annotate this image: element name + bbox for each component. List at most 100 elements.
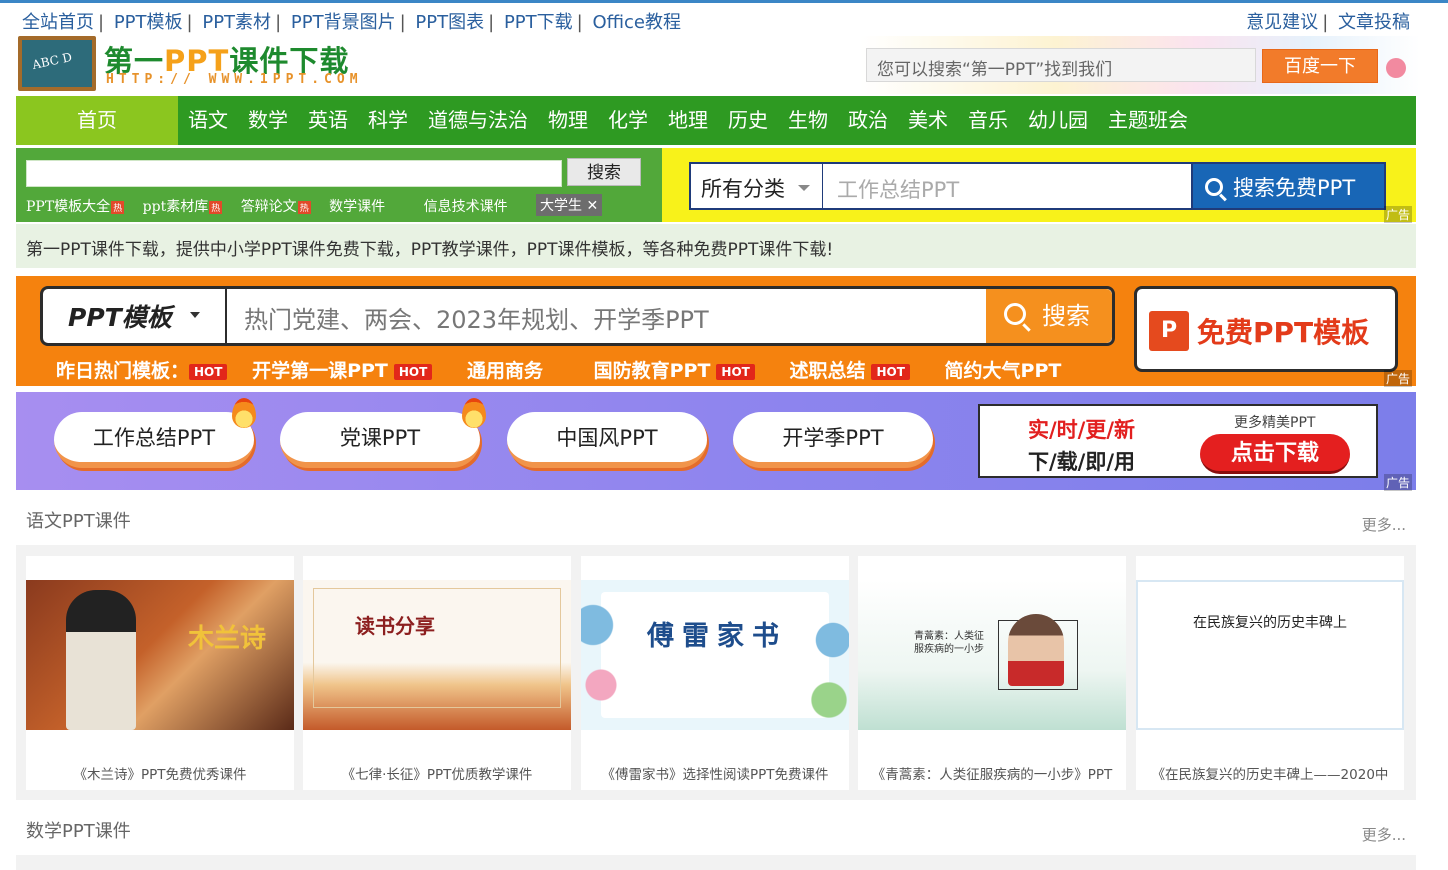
hot-templates-label: 昨日热门模板： bbox=[56, 360, 190, 382]
quick-tag-more[interactable]: 大学生 ✕ bbox=[536, 194, 603, 216]
site-search-input[interactable] bbox=[26, 160, 562, 187]
card-thumbnail[interactable]: 在民族复兴的历史丰碑上 bbox=[1136, 580, 1404, 730]
ad-line-download: 下/载/即/用 bbox=[1028, 450, 1136, 474]
free-ppt-template-label: 免费PPT模板 bbox=[1197, 316, 1370, 349]
baidu-search-button[interactable]: 百度一下 bbox=[1262, 49, 1378, 83]
hot-template-link[interactable]: 国防教育PPT HOT bbox=[594, 360, 755, 382]
pill-party-class[interactable]: 党课PPT bbox=[280, 412, 480, 468]
close-icon[interactable]: ✕ bbox=[586, 198, 598, 214]
nav-item-biology[interactable]: 生物 bbox=[788, 96, 828, 145]
nav-item-art[interactable]: 美术 bbox=[908, 96, 948, 145]
template-type-select[interactable]: PPT模板 bbox=[68, 298, 172, 334]
divider bbox=[225, 289, 227, 344]
card-caption[interactable]: 《在民族复兴的历史丰碑上——2020中 bbox=[1136, 763, 1404, 783]
course-card[interactable]: 木兰诗 《木兰诗》PPT免费优秀课件 bbox=[26, 556, 294, 790]
free-ppt-search-button[interactable]: 搜索免费PPT bbox=[1191, 162, 1386, 210]
logo-url: HTTP:// WWW.1PPT.COM bbox=[106, 72, 363, 87]
click-download-button[interactable]: 点击下载 bbox=[1200, 434, 1350, 474]
quick-tag[interactable]: ppt素材库热 bbox=[143, 199, 223, 215]
top-right-links: 意见建议 | 文章投稿 bbox=[1246, 12, 1410, 33]
quick-tag[interactable]: 答辩论文热 bbox=[241, 199, 311, 215]
nav-item-english[interactable]: 英语 bbox=[308, 96, 348, 145]
template-search-button[interactable]: 搜索 bbox=[986, 289, 1112, 343]
link-ppt-templates[interactable]: PPT模板 bbox=[114, 12, 183, 33]
baidu-search-input[interactable]: 您可以搜索“第一PPT”找到我们 bbox=[866, 48, 1256, 82]
powerpoint-icon: P bbox=[1149, 311, 1189, 351]
link-submit-article[interactable]: 文章投稿 bbox=[1338, 12, 1410, 33]
chevron-down-icon bbox=[190, 312, 200, 318]
nav-item-politics[interactable]: 政治 bbox=[848, 96, 888, 145]
course-card-grid bbox=[16, 855, 1416, 870]
hot-badge: 热 bbox=[111, 201, 125, 214]
course-card[interactable]: 青蒿素：人类征服疾病的一小步 《青蒿素：人类征服疾病的一小步》PPT bbox=[858, 556, 1126, 790]
card-thumbnail[interactable]: 木兰诗 bbox=[26, 580, 294, 730]
hot-badge: HOT bbox=[716, 363, 755, 380]
free-ppt-search-input[interactable]: 工作总结PPT bbox=[823, 162, 1193, 210]
nav-item-morality-law[interactable]: 道德与法治 bbox=[428, 96, 528, 145]
link-office-tutorial[interactable]: Office教程 bbox=[592, 12, 681, 33]
pill-chinese-style[interactable]: 中国风PPT bbox=[507, 412, 707, 468]
template-search-button-label: 搜索 bbox=[1042, 302, 1090, 330]
hot-template-link[interactable]: 通用商务 bbox=[467, 360, 543, 382]
hot-template-link[interactable]: 简约大气PPT bbox=[945, 360, 1062, 382]
nav-item-math[interactable]: 数学 bbox=[248, 96, 288, 145]
quick-tag[interactable]: 数学课件 bbox=[329, 199, 385, 215]
ad-label: 广告 bbox=[1384, 474, 1413, 491]
hot-template-link[interactable]: 述职总结 HOT bbox=[789, 360, 910, 382]
site-search-button[interactable]: 搜索 bbox=[567, 158, 641, 186]
nav-item-chinese[interactable]: 语文 bbox=[188, 96, 228, 145]
nav-item-geography[interactable]: 地理 bbox=[668, 96, 708, 145]
logo-blackboard-icon[interactable]: ABC D bbox=[18, 36, 96, 91]
nav-item-kindergarten[interactable]: 幼儿园 bbox=[1028, 96, 1088, 145]
thumbnail-text: 在民族复兴的历史丰碑上 bbox=[1193, 615, 1347, 631]
top-links: 全站首页 | PPT模板 | PPT素材 | PPT背景图片 | PPT图表 | PPT下… bbox=[22, 12, 682, 33]
section-more-link[interactable]: 更多... bbox=[1362, 824, 1406, 845]
card-caption[interactable]: 《青蒿素：人类征服疾病的一小步》PPT bbox=[858, 763, 1126, 783]
quick-tags: PPT模板大全热 ppt素材库热 答辩论文热 数学课件 信息技术课件 bbox=[26, 196, 522, 216]
nav-item-home[interactable]: 首页 bbox=[16, 96, 178, 145]
hot-badge: 热 bbox=[297, 201, 311, 214]
nav-item-class-meeting[interactable]: 主题班会 bbox=[1108, 96, 1188, 145]
course-card[interactable]: 在民族复兴的历史丰碑上 《在民族复兴的历史丰碑上——2020中 bbox=[1136, 556, 1404, 790]
thumbnail-text: 青蒿素：人类征服疾病的一小步 bbox=[914, 631, 984, 655]
link-ppt-charts[interactable]: PPT图表 bbox=[415, 12, 484, 33]
thumbnail-text: 木兰诗 bbox=[188, 624, 267, 654]
nav-item-history[interactable]: 历史 bbox=[728, 96, 768, 145]
nav-item-music[interactable]: 音乐 bbox=[968, 96, 1008, 145]
link-ppt-materials[interactable]: PPT素材 bbox=[202, 12, 271, 33]
link-ppt-backgrounds[interactable]: PPT背景图片 bbox=[291, 12, 396, 33]
pill-school-season[interactable]: 开学季PPT bbox=[733, 412, 933, 468]
nav-item-science[interactable]: 科学 bbox=[368, 96, 408, 145]
quick-tag[interactable]: PPT模板大全热 bbox=[26, 199, 125, 215]
download-ad[interactable]: 实/时/更/新 下/载/即/用 更多精美PPT 点击下载 bbox=[978, 404, 1378, 478]
card-caption[interactable]: 《七律·长征》PPT优质教学课件 bbox=[303, 763, 571, 783]
card-caption[interactable]: 《木兰诗》PPT免费优秀课件 bbox=[26, 763, 294, 783]
course-card[interactable]: 读书分享 《七律·长征》PPT优质教学课件 bbox=[303, 556, 571, 790]
nav-item-chemistry[interactable]: 化学 bbox=[608, 96, 648, 145]
card-caption[interactable]: 《傅雷家书》选择性阅读PPT免费课件 bbox=[581, 763, 849, 783]
template-search-input[interactable]: 热门党建、两会、2023年规划、开学季PPT bbox=[244, 300, 709, 335]
hot-template-link[interactable]: 开学第一课PPT HOT bbox=[252, 360, 433, 382]
course-card[interactable]: 傅雷家书 《傅雷家书》选择性阅读PPT免费课件 bbox=[581, 556, 849, 790]
quick-tag[interactable]: 信息技术课件 bbox=[424, 199, 508, 215]
ad-label: 广告 bbox=[1384, 370, 1413, 387]
hot-templates-row: 昨日热门模板： HOT 开学第一课PPT HOT 通用商务 国防教育PPT HOT 述… bbox=[56, 356, 1089, 383]
category-select[interactable]: 所有分类 bbox=[689, 162, 824, 210]
hot-badge: 热 bbox=[209, 201, 223, 214]
decorative-balloon-icon bbox=[1386, 58, 1406, 78]
hot-badge: HOT bbox=[393, 363, 433, 380]
free-ppt-search-button-label: 搜索免费PPT bbox=[1233, 176, 1356, 200]
logo-chalk-text: ABC D bbox=[30, 49, 74, 73]
free-ppt-template-button[interactable]: P 免费PPT模板 bbox=[1134, 286, 1398, 372]
card-thumbnail[interactable]: 傅雷家书 bbox=[581, 580, 849, 730]
chevron-down-icon bbox=[798, 185, 810, 191]
pill-work-summary[interactable]: 工作总结PPT bbox=[54, 412, 254, 468]
link-home[interactable]: 全站首页 bbox=[22, 12, 94, 33]
section-more-link[interactable]: 更多... bbox=[1362, 514, 1406, 535]
nav-item-physics[interactable]: 物理 bbox=[548, 96, 588, 145]
fire-icon bbox=[232, 398, 256, 428]
card-thumbnail[interactable]: 读书分享 bbox=[303, 580, 571, 730]
card-thumbnail[interactable]: 青蒿素：人类征服疾病的一小步 bbox=[858, 580, 1126, 730]
link-ppt-download[interactable]: PPT下载 bbox=[504, 12, 573, 33]
link-feedback[interactable]: 意见建议 bbox=[1246, 12, 1318, 33]
